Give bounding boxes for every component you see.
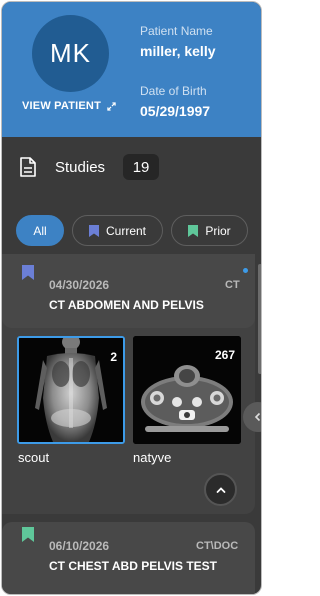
filter-current-label: Current bbox=[105, 223, 146, 238]
study-modality: CT bbox=[225, 279, 240, 291]
filter-current[interactable]: Current bbox=[72, 215, 163, 246]
avatar: MK bbox=[32, 15, 109, 92]
unread-indicator bbox=[243, 268, 248, 273]
filter-prior-label: Prior bbox=[205, 223, 231, 238]
study-card-header[interactable]: 04/30/2026 CT CT ABDOMEN AND PELVIS bbox=[2, 254, 255, 328]
series-label: natyve bbox=[133, 450, 172, 465]
studies-label: Studies bbox=[55, 158, 106, 176]
filter-all[interactable]: All bbox=[16, 215, 64, 246]
dob-value: 05/29/1997 bbox=[140, 103, 211, 119]
bookmark-icon bbox=[22, 265, 34, 280]
document-icon bbox=[20, 157, 36, 177]
scout-image bbox=[19, 338, 123, 442]
study-card[interactable]: 06/10/2026 CT\DOC CT CHEST ABD PELVIS TE… bbox=[2, 522, 255, 594]
dob-label: Date of Birth bbox=[140, 84, 207, 98]
patient-name-value: miller, kelly bbox=[140, 43, 216, 59]
patient-name-label: Patient Name bbox=[140, 24, 213, 38]
collapse-button[interactable] bbox=[204, 473, 237, 506]
patient-header: MK VIEW PATIENT Patient Name miller, kel… bbox=[2, 2, 261, 137]
bookmark-icon bbox=[22, 527, 34, 542]
study-title: CT CHEST ABD PELVIS TEST bbox=[49, 559, 218, 573]
chevron-up-icon bbox=[216, 486, 225, 493]
study-title: CT ABDOMEN AND PELVIS bbox=[49, 298, 204, 312]
series-thumbnail-scout[interactable]: 2 bbox=[17, 336, 125, 444]
expand-icon bbox=[107, 101, 116, 111]
study-modality: CT\DOC bbox=[196, 540, 239, 552]
filter-prior[interactable]: Prior bbox=[171, 215, 248, 246]
filter-all-label: All bbox=[33, 223, 47, 238]
studies-count-badge: 19 bbox=[123, 154, 160, 180]
bookmark-icon bbox=[88, 224, 99, 237]
series-image-count: 267 bbox=[214, 348, 235, 362]
study-filters: All Current Prior bbox=[16, 215, 248, 246]
series-label: scout bbox=[18, 450, 50, 465]
study-date: 06/10/2026 bbox=[49, 539, 110, 553]
study-date: 04/30/2026 bbox=[49, 278, 110, 292]
series-thumbnail-natyve[interactable]: 267 bbox=[133, 336, 241, 444]
view-patient-link[interactable]: VIEW PATIENT bbox=[22, 100, 116, 112]
bookmark-icon bbox=[188, 224, 199, 237]
chevron-left-icon bbox=[254, 412, 261, 422]
scrollbar[interactable] bbox=[258, 264, 261, 374]
series-image-count: 2 bbox=[110, 350, 117, 364]
studies-header: Studies 19 bbox=[19, 152, 160, 182]
patient-studies-panel: MK VIEW PATIENT Patient Name miller, kel… bbox=[1, 1, 262, 595]
view-patient-label: VIEW PATIENT bbox=[22, 100, 101, 112]
